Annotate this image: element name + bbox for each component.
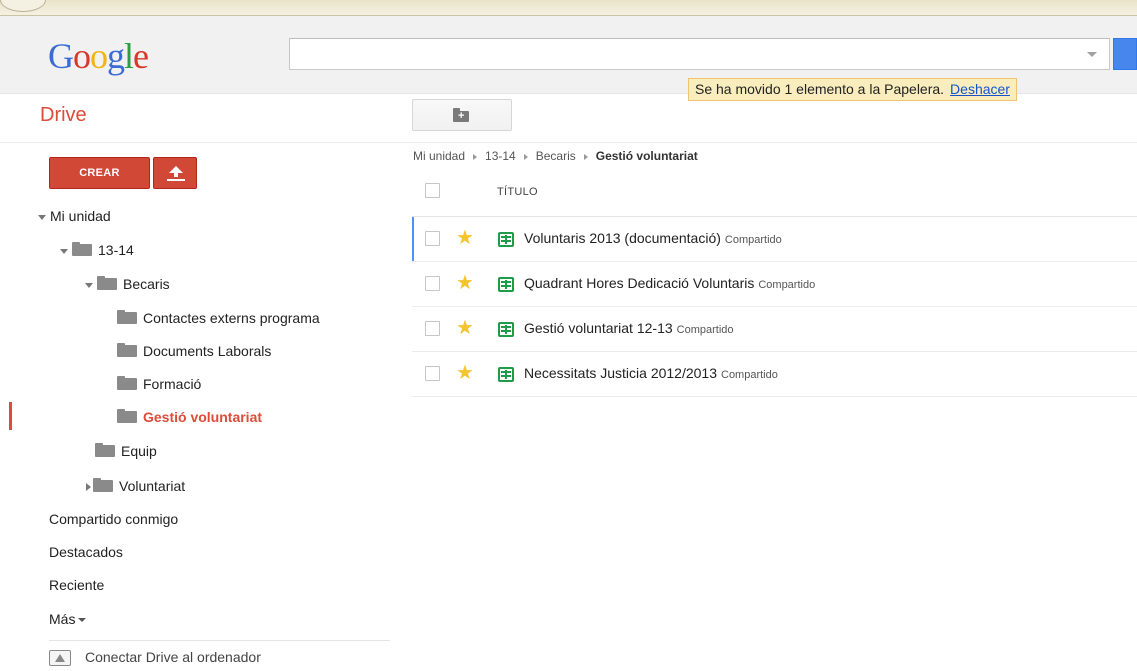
drive-title[interactable]: Drive [40,104,87,127]
file-name-cell[interactable]: Necessitats Justicia 2012/2013 Compartido [524,365,778,381]
sidebar-item-label: Formació [143,376,202,392]
sidebar-item-label: Gestió voluntariat [143,409,263,425]
shared-label: Compartido [724,234,782,246]
sidebar-item-starred[interactable]: Destacados [49,542,123,562]
trash-notification: Se ha movido 1 elemento a la Papelera. De… [688,78,1017,101]
folder-icon [95,443,115,458]
file-name[interactable]: Voluntaris 2013 (documentació) [524,230,721,246]
search-input[interactable] [290,39,1070,69]
file-row[interactable]: ★ Gestió voluntariat 12-13 Compartido [412,307,1137,352]
notification-message: Se ha movido 1 elemento a la Papelera. [695,81,945,97]
folder-icon [72,242,92,257]
sidebar-item-recent[interactable]: Reciente [49,575,104,595]
sidebar-item-formacio[interactable]: Formació [117,374,201,394]
sidebar-item-label: Documents Laborals [143,343,272,359]
select-all-checkbox[interactable] [425,183,440,198]
sidebar-item-label: Contactes externs programa [143,310,320,326]
folder-icon [93,478,113,493]
create-button[interactable]: CREAR [49,157,150,189]
sidebar-item-my-drive[interactable]: Mi unidad [38,206,111,226]
row-checkbox[interactable] [425,276,440,291]
sidebar-divider [49,640,390,641]
file-row[interactable]: ★ Necessitats Justicia 2012/2013 Comparti… [412,352,1137,397]
spreadsheet-icon [498,232,514,247]
sidebar-item-13-14[interactable]: 13-14 [60,240,134,260]
column-header-title[interactable]: TÍTULO [497,186,538,198]
sidebar-item-contactes[interactable]: Contactes externs programa [117,308,320,328]
breadcrumb-separator-icon [583,153,588,160]
connect-drive-label: Conectar Drive al ordenador [85,649,261,665]
breadcrumb: Mi unidad 13-14 Becaris Gestió voluntariat [413,149,698,163]
file-name[interactable]: Gestió voluntariat 12-13 [524,320,673,336]
undo-link[interactable]: Deshacer [950,81,1010,97]
file-name-cell[interactable]: Voluntaris 2013 (documentació) Compartido [524,230,782,246]
expand-caret-icon[interactable] [60,248,68,254]
star-icon[interactable]: ★ [456,271,474,295]
folder-icon [117,409,137,424]
spreadsheet-icon [498,367,514,382]
folder-icon [117,310,137,325]
active-indicator [9,402,12,430]
file-name[interactable]: Quadrant Hores Dedicació Voluntaris [524,275,754,291]
sidebar-item-more[interactable]: Más [49,609,87,629]
new-folder-button[interactable]: + [412,99,512,131]
header-divider [0,142,1137,143]
shared-label: Compartido [758,279,816,291]
star-icon[interactable]: ★ [456,226,474,250]
sidebar-item-documents[interactable]: Documents Laborals [117,341,271,361]
breadcrumb-separator-icon [473,153,478,160]
connect-drive-link[interactable]: Conectar Drive al ordenador [49,649,261,667]
search-box[interactable] [289,38,1110,70]
expand-caret-icon[interactable] [86,483,91,492]
file-name-cell[interactable]: Gestió voluntariat 12-13 Compartido [524,320,734,336]
breadcrumb-item[interactable]: 13-14 [485,149,516,163]
search-button[interactable] [1113,38,1137,70]
breadcrumb-item[interactable]: Becaris [536,149,576,163]
file-row[interactable]: ★ Voluntaris 2013 (documentació) Comparti… [412,217,1137,262]
breadcrumb-item[interactable]: Mi unidad [413,149,465,163]
sidebar-item-label: Voluntariat [119,478,186,494]
file-row[interactable]: ★ Quadrant Hores Dedicació Voluntaris Com… [412,262,1137,307]
row-checkbox[interactable] [425,321,440,336]
sidebar-item-equip[interactable]: Equip [95,441,157,461]
browser-tab-edge [0,0,46,12]
google-logo[interactable]: Google [48,36,149,76]
spreadsheet-icon [498,322,514,337]
shared-label: Compartido [721,369,778,381]
new-folder-icon: + [453,108,469,122]
spreadsheet-icon [498,277,514,292]
star-icon[interactable]: ★ [456,361,474,385]
expand-caret-icon[interactable] [38,214,46,220]
folder-icon [117,343,137,358]
folder-icon [97,276,117,291]
expand-caret-icon[interactable] [85,282,93,288]
chevron-down-icon [78,618,87,623]
drive-desktop-icon [49,650,71,667]
sidebar-item-shared[interactable]: Compartido conmigo [49,509,178,529]
star-icon[interactable]: ★ [456,316,474,340]
sidebar-item-label: Mi unidad [50,208,111,224]
row-checkbox[interactable] [425,366,440,381]
shared-label: Compartido [676,324,734,336]
sidebar-item-label: Más [49,611,76,627]
sidebar-item-label: Becaris [123,276,170,292]
sidebar-item-label: Equip [121,443,157,459]
sidebar-item-label: 13-14 [98,242,134,258]
sidebar-item-gestio[interactable]: Gestió voluntariat [117,407,262,427]
sidebar-item-becaris[interactable]: Becaris [85,274,170,294]
file-name-cell[interactable]: Quadrant Hores Dedicació Voluntaris Compa… [524,275,815,291]
upload-button[interactable] [153,157,197,189]
browser-chrome-strip [0,0,1137,16]
breadcrumb-current: Gestió voluntariat [595,149,698,163]
search-options-chevron-down-icon[interactable] [1087,52,1097,57]
file-name[interactable]: Necessitats Justicia 2012/2013 [524,365,717,381]
sidebar-item-voluntariat[interactable]: Voluntariat [86,476,185,496]
breadcrumb-separator-icon [523,153,528,160]
row-checkbox[interactable] [425,231,440,246]
folder-icon [117,376,137,391]
